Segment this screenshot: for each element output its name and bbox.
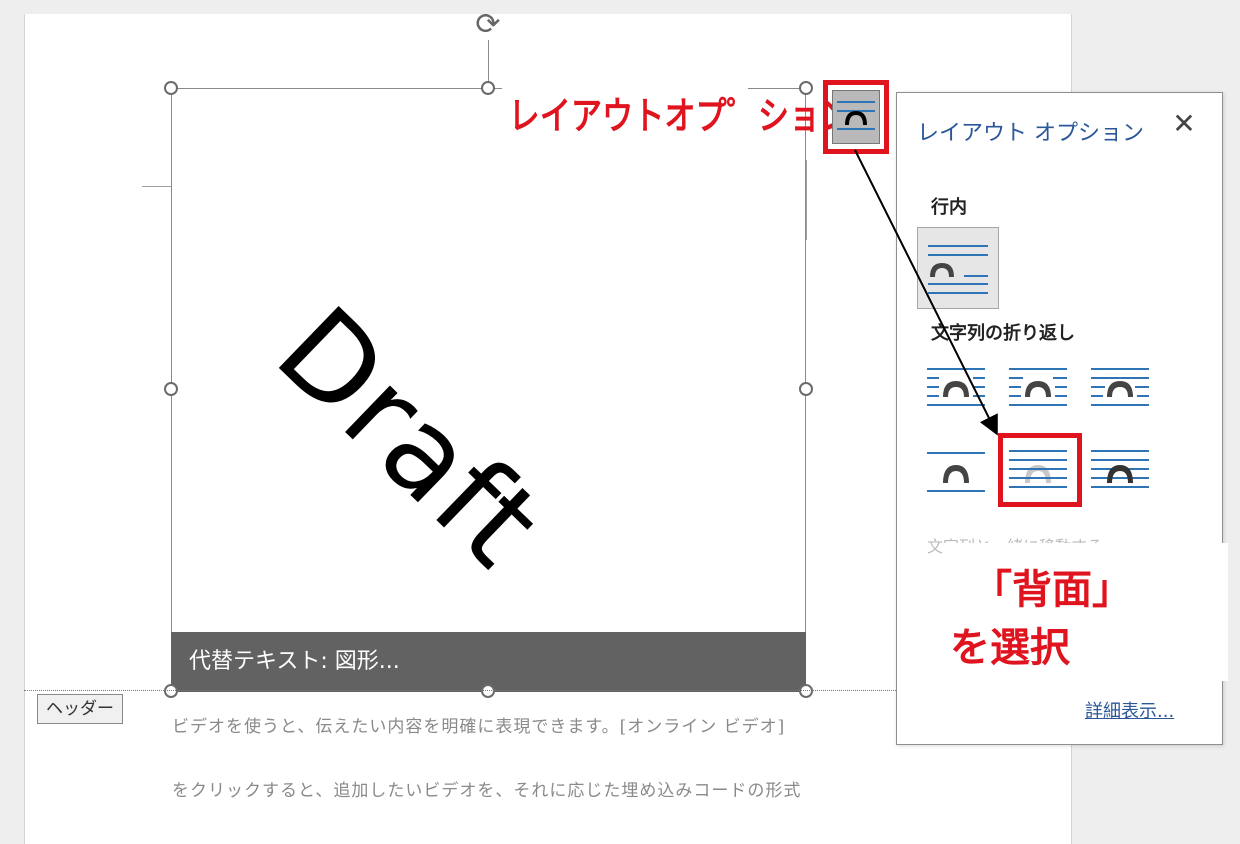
inline-wrap-icon xyxy=(928,245,988,294)
annotation-callout-line1: 「背面」 xyxy=(972,567,1132,613)
wrap-option-in-front-of-text[interactable] xyxy=(1089,441,1151,503)
wrap-square-icon xyxy=(927,368,985,406)
annotation-callout-line2: を選択 xyxy=(950,625,1070,671)
body-text-line: ビデオを使うと、伝えたい内容を明確に表現できます。[オンライン ビデオ] xyxy=(172,717,786,737)
close-icon[interactable]: ✕ xyxy=(1169,109,1199,139)
wrap-tight-icon xyxy=(1009,368,1067,406)
resize-handle-right[interactable] xyxy=(799,382,813,396)
alt-text-bar: 代替テキスト: 図形... xyxy=(171,632,806,692)
wrap-top-bottom-icon xyxy=(927,452,985,492)
body-text-line: をクリックすると、追加したいビデオを、それに応じた埋め込みコードの形式 xyxy=(172,781,802,801)
margin-marker-vertical xyxy=(806,160,807,240)
annotation-highlight-layout-button xyxy=(823,80,889,154)
wrap-option-inline[interactable] xyxy=(917,227,999,309)
resize-handle-left[interactable] xyxy=(164,382,178,396)
margin-marker xyxy=(142,186,172,187)
resize-handle-top[interactable] xyxy=(481,81,495,95)
wrap-option-square[interactable] xyxy=(925,359,987,421)
resize-handle-top-left[interactable] xyxy=(164,81,178,95)
rotate-handle-icon[interactable]: ⟳ xyxy=(470,10,506,40)
wrap-option-top-and-bottom[interactable] xyxy=(925,441,987,503)
wrap-option-tight[interactable] xyxy=(1007,359,1069,421)
wrap-through-icon xyxy=(1091,368,1149,406)
wrap-in-front-icon xyxy=(1091,450,1149,488)
annotation-layout-options-label: レイアウトオプ゜ション xyxy=(502,84,851,148)
wrap-option-through[interactable] xyxy=(1089,359,1151,421)
detail-view-link[interactable]: 詳細表示... xyxy=(1085,697,1174,723)
resize-handle-bottom-right[interactable] xyxy=(799,684,813,698)
panel-title: レイアウト オプション xyxy=(917,121,1144,146)
section-wrap-label: 文字列の折り返し xyxy=(931,323,1075,344)
section-inline-label: 行内 xyxy=(931,197,967,218)
annotation-highlight-behind-option xyxy=(998,433,1082,507)
annotation-callout: 「背面」 を選択 xyxy=(942,543,1228,681)
resize-handle-bottom-left[interactable] xyxy=(164,684,178,698)
header-tag[interactable]: ヘッダー xyxy=(37,694,123,724)
resize-handle-bottom[interactable] xyxy=(481,684,495,698)
resize-handle-top-right[interactable] xyxy=(799,81,813,95)
